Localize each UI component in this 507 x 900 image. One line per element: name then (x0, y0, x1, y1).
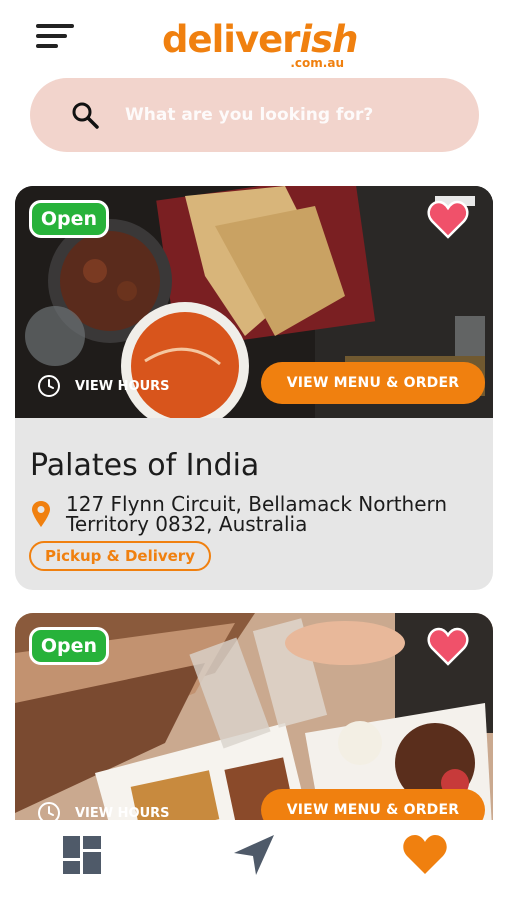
dashboard-grid-icon (63, 836, 101, 874)
restaurant-card[interactable]: Open VIEW HOURS VIEW MENU & ORDER Palate… (15, 186, 493, 590)
view-hours-label: VIEW HOURS (75, 805, 170, 821)
logo-domain: .com.au (290, 56, 344, 70)
open-status-badge: Open (29, 627, 109, 665)
view-hours-label: VIEW HOURS (75, 378, 170, 394)
bottom-tab-bar (0, 820, 507, 900)
restaurant-photo: Open VIEW HOURS VIEW MENU & ORDER (15, 186, 493, 418)
restaurant-address: 127 Flynn Circuit, Bellamack Northern Te… (66, 492, 448, 536)
tab-dashboard[interactable] (52, 830, 112, 880)
hamburger-menu-icon[interactable] (36, 22, 76, 52)
search-input[interactable] (125, 96, 455, 134)
clock-icon (38, 375, 60, 397)
view-menu-order-button[interactable]: VIEW MENU & ORDER (261, 789, 485, 820)
view-hours-link[interactable]: VIEW HOURS (37, 372, 170, 400)
tab-favorites[interactable] (395, 830, 455, 880)
restaurant-name[interactable]: Palates of India (30, 448, 259, 483)
favorite-heart-icon[interactable] (427, 200, 469, 240)
restaurant-list[interactable]: Open VIEW HOURS VIEW MENU & ORDER Palate… (0, 186, 507, 820)
clock-icon (38, 802, 60, 820)
restaurant-card[interactable]: Open VIEW HOURS VIEW MENU & ORDER (15, 613, 493, 820)
search-bar[interactable] (30, 78, 479, 152)
app-screen: deliverish .com.au What are you looking … (0, 0, 507, 900)
restaurant-photo: Open VIEW HOURS VIEW MENU & ORDER (15, 613, 493, 820)
service-type-badge: Pickup & Delivery (29, 541, 211, 571)
open-status-badge: Open (29, 200, 109, 238)
view-menu-order-button[interactable]: VIEW MENU & ORDER (261, 362, 485, 404)
view-hours-link[interactable]: VIEW HOURS (37, 799, 170, 820)
heart-icon (403, 835, 447, 874)
app-logo: deliverish .com.au (162, 18, 358, 70)
favorite-heart-icon[interactable] (427, 627, 469, 667)
location-pin-icon (32, 501, 50, 527)
navigation-arrow-icon (234, 835, 274, 875)
search-icon[interactable] (70, 100, 100, 130)
tab-nearby[interactable] (224, 830, 284, 880)
